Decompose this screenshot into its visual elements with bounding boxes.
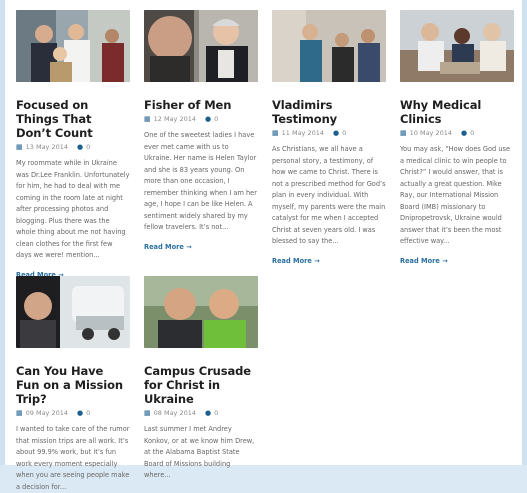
post-title[interactable]: Why Medical Clinics bbox=[400, 98, 514, 126]
post-card: Why Medical Clinics ▦ 10 May 2014 ● 0 Yo… bbox=[400, 10, 514, 265]
comment-count[interactable]: 0 bbox=[214, 115, 218, 123]
post-excerpt: Last summer I met Andrey Konkov, or at w… bbox=[144, 425, 255, 479]
post-thumbnail[interactable] bbox=[16, 276, 130, 348]
post-card: Vladimirs Testimony ▦ 11 May 2014 ● 0 As… bbox=[272, 10, 386, 265]
post-meta: ▦ 11 May 2014 ● 0 bbox=[272, 129, 386, 137]
read-more-link[interactable]: Read More → bbox=[272, 257, 386, 265]
comment-icon: ● bbox=[205, 409, 212, 417]
post-card: Fisher of Men ▦ 12 May 2014 ● 0 One of t… bbox=[144, 10, 258, 251]
comment-icon: ● bbox=[77, 143, 84, 151]
calendar-icon: ▦ bbox=[144, 115, 151, 123]
post-date: 09 May 2014 bbox=[25, 409, 69, 417]
calendar-icon: ▦ bbox=[272, 129, 279, 137]
post-title[interactable]: Fisher of Men bbox=[144, 98, 258, 112]
read-more-link[interactable]: Read More → bbox=[400, 257, 514, 265]
comment-count[interactable]: 0 bbox=[86, 409, 90, 417]
post-title[interactable]: Campus Crusade for Christ in Ukraine bbox=[144, 364, 258, 406]
post-meta: ▦ 10 May 2014 ● 0 bbox=[400, 129, 514, 137]
post-excerpt: I wanted to take care of the rumor that … bbox=[16, 425, 130, 491]
post-date: 08 May 2014 bbox=[153, 409, 197, 417]
calendar-icon: ▦ bbox=[400, 129, 407, 137]
comment-count[interactable]: 0 bbox=[342, 129, 346, 137]
post-date: 13 May 2014 bbox=[25, 143, 69, 151]
post-meta: ▦ 09 May 2014 ● 0 bbox=[16, 409, 130, 417]
comment-icon: ● bbox=[333, 129, 340, 137]
post-thumbnail[interactable] bbox=[144, 276, 258, 348]
calendar-icon: ▦ bbox=[16, 143, 23, 151]
post-thumbnail[interactable] bbox=[272, 10, 386, 82]
post-card: Focused on Things That Don’t Count ▦ 13 … bbox=[16, 10, 130, 279]
comment-icon: ● bbox=[77, 409, 84, 417]
post-excerpt: My roommate while in Ukraine was Dr.Lee … bbox=[16, 159, 130, 259]
post-meta: ▦ 08 May 2014 ● 0 bbox=[144, 409, 258, 417]
post-thumbnail[interactable] bbox=[400, 10, 514, 82]
blog-grid-page: Focused on Things That Don’t Count ▦ 13 … bbox=[0, 0, 527, 491]
post-thumbnail[interactable] bbox=[16, 10, 130, 82]
post-meta: ▦ 12 May 2014 ● 0 bbox=[144, 115, 258, 123]
comment-count[interactable]: 0 bbox=[470, 129, 474, 137]
calendar-icon: ▦ bbox=[16, 409, 23, 417]
post-excerpt: You may ask, “How does God use a medical… bbox=[400, 145, 511, 245]
post-date: 12 May 2014 bbox=[153, 115, 197, 123]
post-excerpt: As Christians, we all have a personal st… bbox=[272, 145, 386, 245]
post-meta: ▦ 13 May 2014 ● 0 bbox=[16, 143, 130, 151]
post-excerpt: One of the sweetest ladies I have ever m… bbox=[144, 131, 257, 231]
post-card: Campus Crusade for Christ in Ukraine ▦ 0… bbox=[144, 276, 258, 482]
comment-count[interactable]: 0 bbox=[214, 409, 218, 417]
post-date: 11 May 2014 bbox=[281, 129, 325, 137]
post-title[interactable]: Can You Have Fun on a Mission Trip? bbox=[16, 364, 130, 406]
post-title[interactable]: Vladimirs Testimony bbox=[272, 98, 386, 126]
post-thumbnail[interactable] bbox=[144, 10, 258, 82]
comment-icon: ● bbox=[461, 129, 468, 137]
post-date: 10 May 2014 bbox=[409, 129, 453, 137]
calendar-icon: ▦ bbox=[144, 409, 151, 417]
post-card: Can You Have Fun on a Mission Trip? ▦ 09… bbox=[16, 276, 130, 493]
comment-count[interactable]: 0 bbox=[86, 143, 90, 151]
read-more-link[interactable]: Read More → bbox=[144, 243, 258, 251]
comment-icon: ● bbox=[205, 115, 212, 123]
post-title[interactable]: Focused on Things That Don’t Count bbox=[16, 98, 130, 140]
